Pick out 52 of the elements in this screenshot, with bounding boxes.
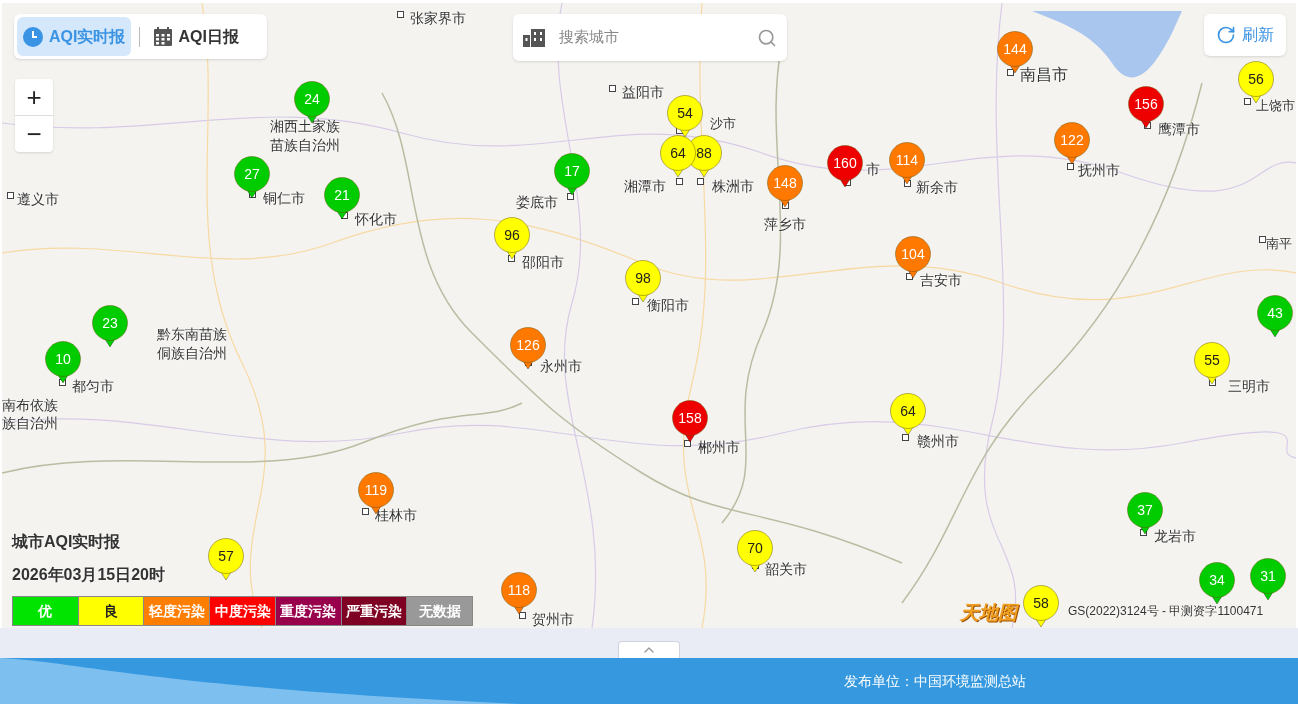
city-point-icon xyxy=(362,508,369,515)
city-point-icon xyxy=(1259,236,1266,243)
city-point-icon xyxy=(609,85,616,92)
city-point-icon xyxy=(7,192,14,199)
buildings-icon xyxy=(523,28,545,47)
city-label: 益阳市 xyxy=(622,83,664,102)
city-label: 市 xyxy=(866,160,880,179)
city-label: 族自治州 xyxy=(2,414,58,433)
publisher-text: 发布单位：中国环境监测总站 xyxy=(844,671,1026,691)
city-label: 株洲市 xyxy=(712,177,754,196)
legend-item: 良 xyxy=(77,597,144,625)
report-time: 2026年03月15日20时 xyxy=(12,565,166,585)
city-point-icon xyxy=(1007,69,1014,76)
city-label: 沙市 xyxy=(710,115,736,133)
legend-item: 优 xyxy=(13,597,78,625)
city-label: 张家界市 xyxy=(410,9,466,28)
legend-item: 轻度污染 xyxy=(143,597,210,625)
city-point-icon xyxy=(1067,163,1074,170)
legend-item: 重度污染 xyxy=(274,597,341,625)
calendar-icon xyxy=(154,27,173,46)
city-point-icon xyxy=(632,298,639,305)
city-point-icon xyxy=(519,612,526,619)
map-attribution: GS(2022)3124号 - 甲测资字1100471 xyxy=(1068,603,1264,620)
city-label: 三明市 xyxy=(1228,377,1270,396)
city-point-icon xyxy=(902,434,909,441)
city-point-icon xyxy=(1244,98,1251,105)
zoom-out-button[interactable]: − xyxy=(15,116,53,152)
city-label: 遵义市 xyxy=(17,190,59,209)
city-point-icon xyxy=(676,178,683,185)
city-point-icon xyxy=(397,11,404,18)
city-label: 南平 xyxy=(1266,235,1292,253)
search-icon[interactable] xyxy=(757,27,777,48)
city-point-icon xyxy=(697,178,704,185)
city-label: 娄底市 xyxy=(516,193,558,212)
legend-item: 严重污染 xyxy=(340,597,407,625)
refresh-button[interactable]: 刷新 xyxy=(1204,14,1286,56)
legend-item: 无数据 xyxy=(406,597,473,625)
city-point-icon xyxy=(684,440,691,447)
search-field[interactable]: 搜索城市 xyxy=(513,14,787,61)
collapse-handle[interactable] xyxy=(618,641,680,658)
search-input[interactable]: 搜索城市 xyxy=(559,26,743,49)
refresh-icon xyxy=(1216,25,1236,45)
zoom-in-button[interactable]: + xyxy=(15,79,53,116)
legend-title: 城市AQI实时报 xyxy=(12,532,122,552)
legend-item: 中度污染 xyxy=(209,597,275,625)
city-label: 湘潭市 xyxy=(624,177,666,196)
map-logo: 天地图 xyxy=(960,601,1017,625)
clock-icon xyxy=(23,26,43,47)
city-label: 南布依族 xyxy=(2,396,58,415)
city-label: 黔东南苗族侗族自治州 xyxy=(157,325,227,363)
city-label: 萍乡市 xyxy=(764,215,806,234)
tab[interactable]: AQI实时报 xyxy=(17,17,132,56)
